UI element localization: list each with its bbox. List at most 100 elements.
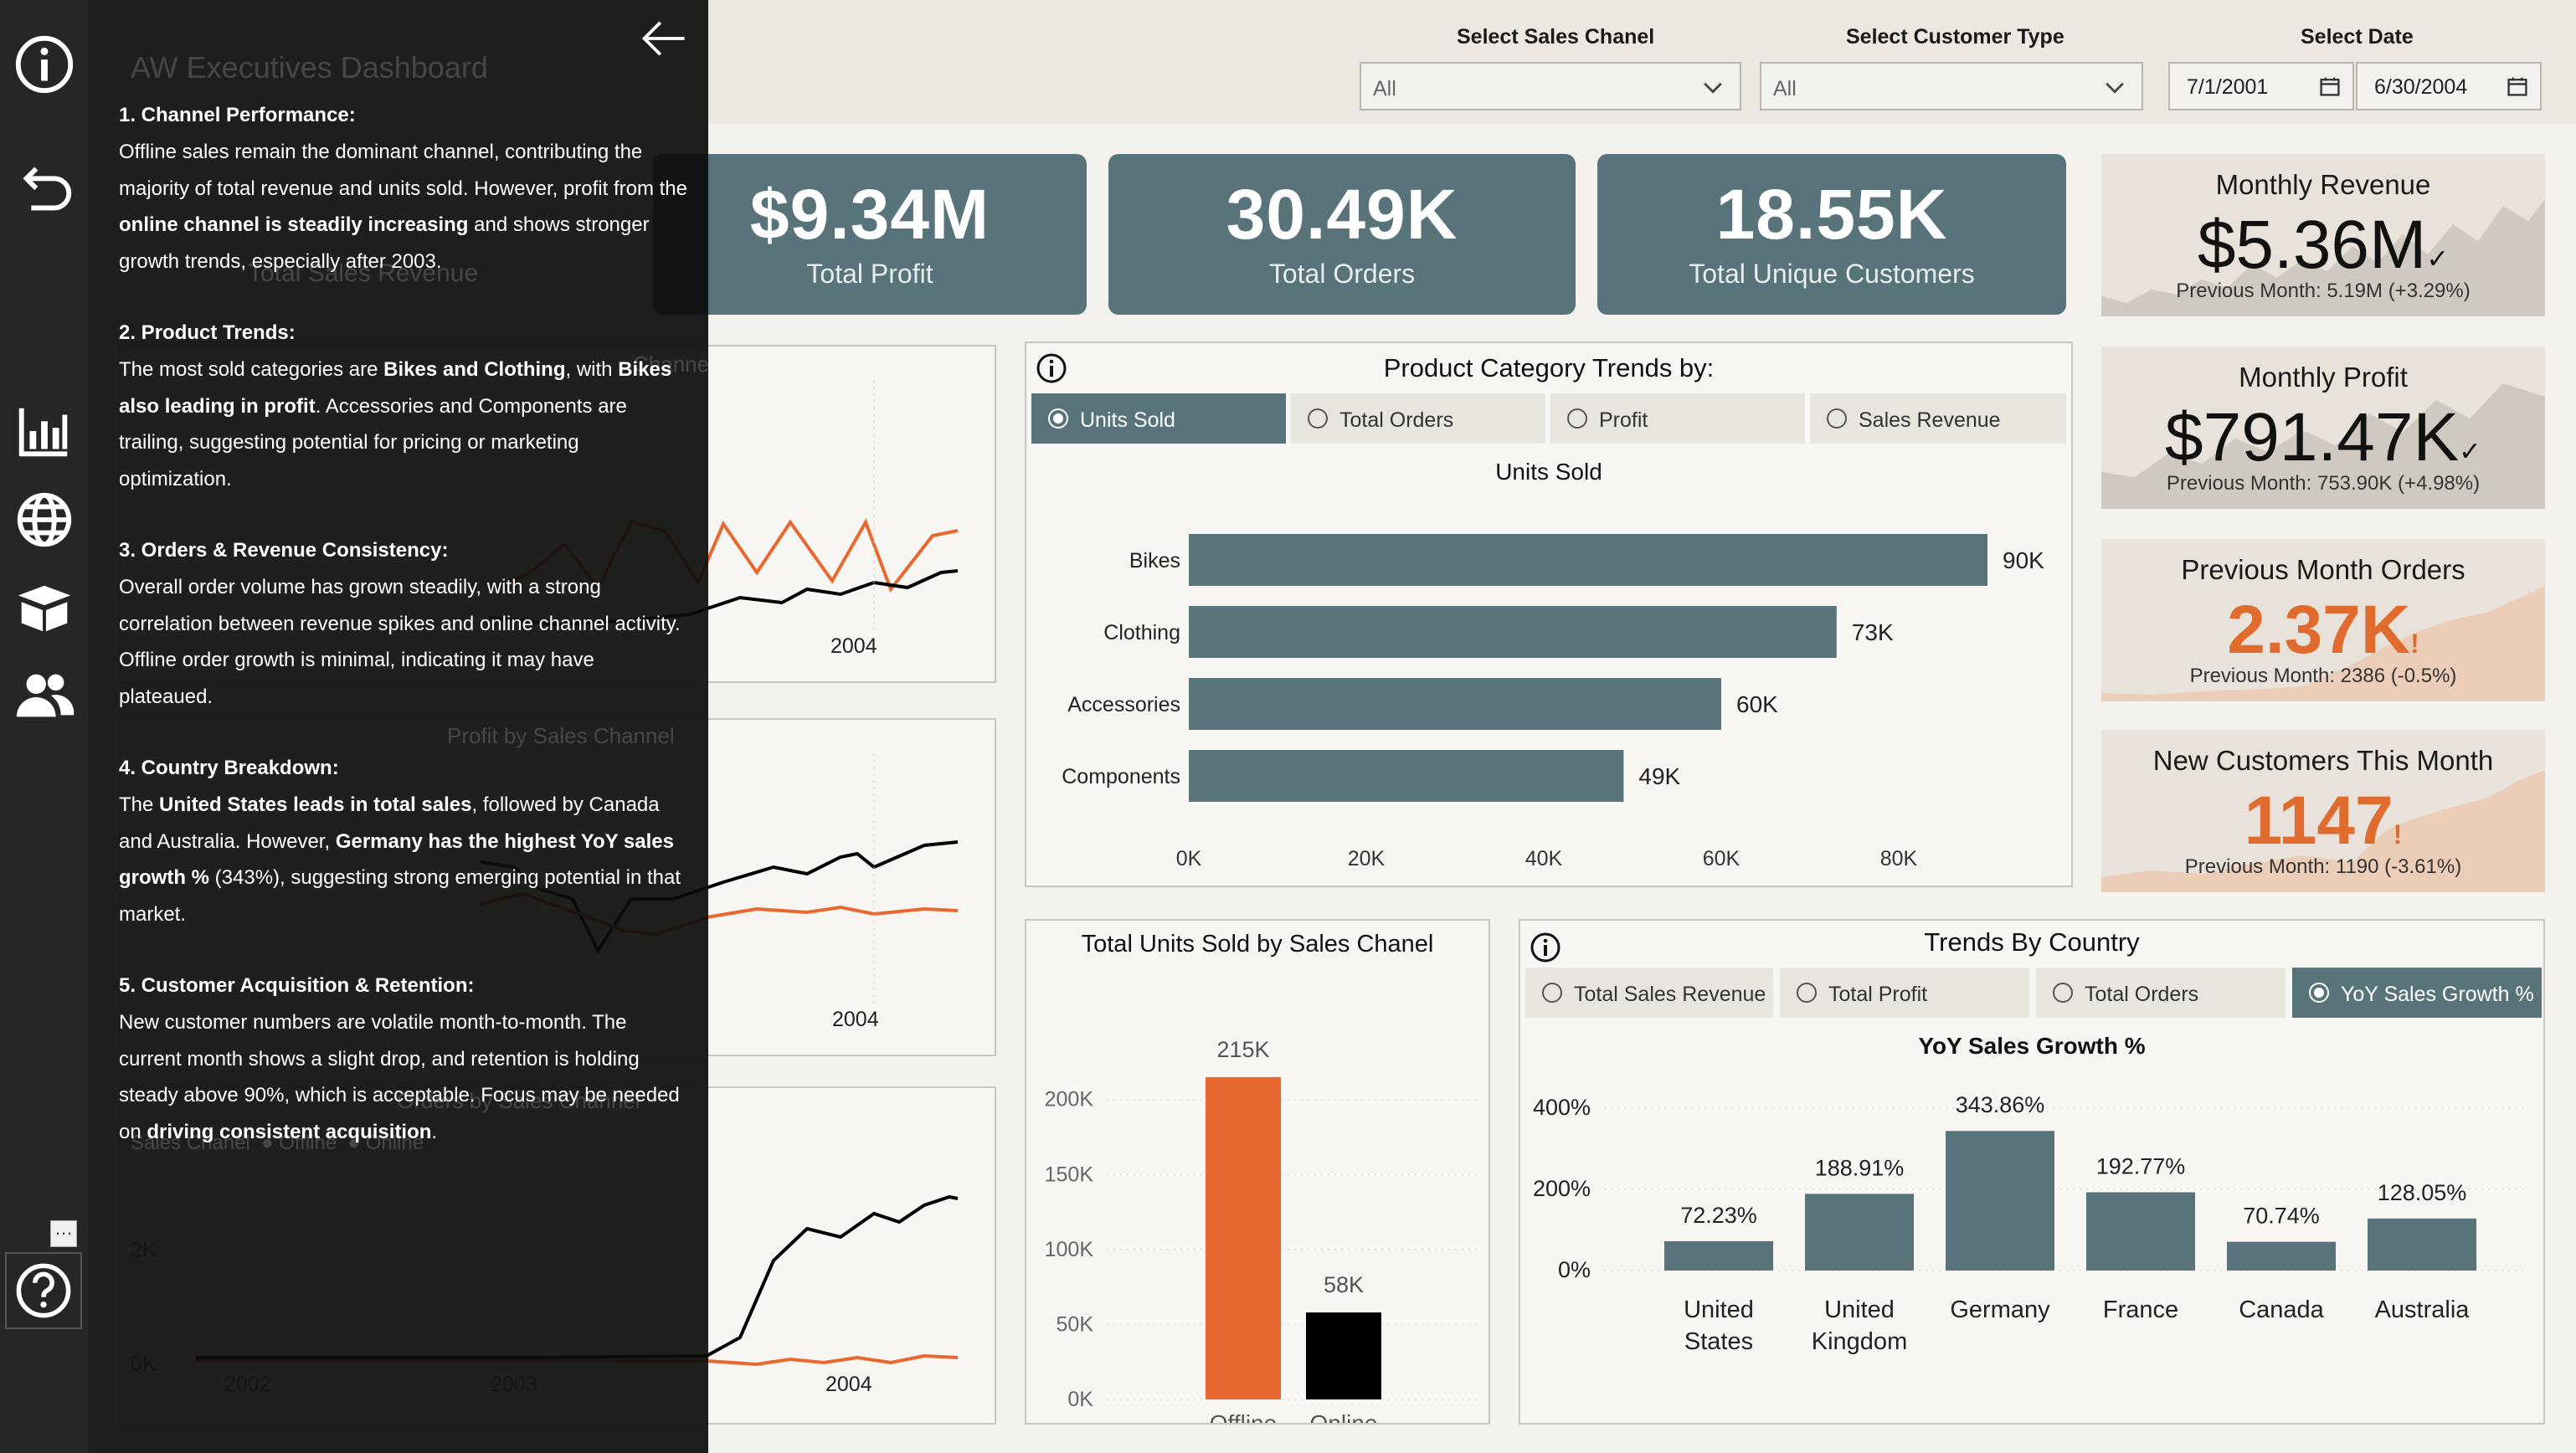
ghost-dashboard-title: AW Executives Dashboard: [131, 50, 488, 85]
card-title: Previous Month Orders: [2181, 554, 2465, 585]
category-label: Bikes: [1129, 549, 1180, 572]
category-label: Canada: [2239, 1296, 2324, 1323]
help-button[interactable]: [5, 1252, 82, 1329]
section-3-text: Overall order volume has grown steadily,…: [119, 576, 681, 708]
kpi-value: 30.49K: [1226, 175, 1458, 254]
category-label: France: [2103, 1296, 2178, 1323]
data-label: 60K: [1736, 691, 1778, 717]
data-label: 215K: [1216, 1037, 1269, 1062]
trends-by-country-panel: Trends By Country Total Sales Revenue To…: [1519, 919, 2545, 1425]
x-tick-label: 60K: [1703, 847, 1740, 870]
category-label: United Kingdom: [1812, 1296, 1907, 1355]
back-arrow-icon[interactable]: [636, 12, 690, 65]
data-label: 90K: [2003, 547, 2044, 573]
globe-icon[interactable]: [7, 482, 82, 557]
kpi-total-profit: $9.34M Total Profit: [653, 154, 1087, 315]
chart-title: YoY Sales Growth %: [1918, 1033, 2146, 1059]
warning-icon: !: [2393, 819, 2403, 850]
card-title: Monthly Profit: [2239, 362, 2408, 393]
start-date-input[interactable]: 7/1/2001: [2168, 62, 2354, 110]
card-subtitle: Previous Month: 1190 (-3.61%): [2184, 855, 2462, 878]
option-total-orders[interactable]: Total Orders: [1291, 393, 1545, 444]
x-tick-label: 2004: [825, 1373, 872, 1396]
info-icon[interactable]: [7, 27, 82, 102]
kpi-label: Total Unique Customers: [1689, 259, 1975, 289]
calendar-icon: [2320, 77, 2340, 96]
yoy-growth-bar-chart: 0% 200% 400% 72.23% United States 188.91% Unite…: [1533, 1092, 2525, 1355]
bar: [2227, 1241, 2336, 1271]
option-units-sold[interactable]: Units Sold: [1031, 393, 1286, 444]
panel-title: Trends By Country: [1924, 927, 2140, 957]
card-subtitle: Previous Month: 2386 (-0.5%): [2189, 665, 2457, 687]
date-label: Select Date: [2301, 25, 2414, 49]
radio-icon: [2053, 983, 2073, 1003]
section-2-text: The most sold categories are Bikes and C…: [119, 358, 672, 490]
customer-type-label: Select Customer Type: [1846, 25, 2064, 49]
bar-chart-icon[interactable]: [7, 393, 82, 469]
more-options-button[interactable]: …: [50, 1219, 77, 1247]
section-5-title: 5. Customer Acquisition & Retention:: [119, 974, 475, 997]
radio-icon: [1827, 408, 1847, 429]
radio-icon: [1308, 408, 1328, 429]
data-label: 188.91%: [1815, 1155, 1905, 1180]
option-profit[interactable]: Profit: [1550, 393, 1805, 444]
end-date-input[interactable]: 6/30/2004: [2356, 62, 2542, 110]
section-1-title: 1. Channel Performance:: [119, 104, 356, 126]
option-sales-revenue[interactable]: Sales Revenue: [1810, 393, 2066, 444]
option-total-sales-revenue[interactable]: Total Sales Revenue: [1525, 968, 1773, 1018]
category-label: Australia: [2375, 1296, 2471, 1323]
card-monthly-profit: Monthly Profit $791.47K✓ Previous Month:…: [2101, 347, 2545, 509]
sales-channel-label: Select Sales Chanel: [1457, 25, 1655, 49]
data-label: 192.77%: [2096, 1154, 2186, 1179]
bar: [1189, 534, 1987, 586]
y-tick-label: 100K: [1045, 1238, 1094, 1261]
category-label: Germany: [1950, 1296, 2050, 1323]
option-total-profit[interactable]: Total Profit: [1780, 968, 2029, 1018]
option-yoy-sales-growth[interactable]: YoY Sales Growth %: [2292, 968, 2542, 1018]
bar: [1805, 1194, 1914, 1271]
card-value: $5.36M✓: [2197, 207, 2450, 283]
section-3-title: 3. Orders & Revenue Consistency:: [119, 539, 449, 562]
data-label: 58K: [1324, 1272, 1364, 1297]
radio-icon: [2309, 983, 2329, 1003]
category-label: Accessories: [1067, 693, 1180, 716]
start-date-value: 7/1/2001: [2187, 75, 2269, 99]
bar: [1206, 1076, 1281, 1399]
product-category-panel: Product Category Trends by: Units Sold T…: [1025, 341, 2073, 887]
sales-channel-dropdown[interactable]: All: [1360, 62, 1741, 110]
units-sold-bar-chart: 0K 20K 40K 60K 80K Bikes 90K Clothing 73K Accesso…: [1062, 534, 2044, 870]
category-label: Components: [1062, 765, 1180, 788]
kpi-label: Total Orders: [1268, 259, 1416, 289]
x-tick-label: 2004: [830, 634, 877, 658]
data-label: 73K: [1852, 619, 1894, 645]
kpi-total-orders: 30.49K Total Orders: [1108, 154, 1576, 315]
option-total-orders[interactable]: Total Orders: [2036, 968, 2285, 1018]
panel-title: Product Category Trends by:: [1383, 353, 1715, 383]
kpi-label: Total Profit: [806, 259, 933, 289]
kpi-total-unique-customers: 18.55K Total Unique Customers: [1597, 154, 2066, 315]
customer-type-value: All: [1773, 77, 1797, 100]
section-4-text: The United States leads in total sales, …: [119, 793, 681, 926]
x-tick-label: 40K: [1525, 847, 1563, 870]
card-subtitle: Previous Month: 5.19M (+3.29%): [2176, 280, 2471, 302]
bar: [1664, 1240, 1773, 1271]
card-value: 1147!: [2244, 783, 2403, 859]
kpi-value: $9.34M: [749, 175, 990, 254]
bar: [2086, 1192, 2195, 1271]
section-4-title: 4. Country Breakdown:: [119, 757, 339, 779]
ghost-chart-title: Profit by Sales Channel: [447, 723, 675, 748]
category-label: Clothing: [1103, 621, 1180, 644]
section-2-title: 2. Product Trends:: [119, 321, 296, 344]
units-by-channel-bar-chart: 0K 50K 100K 150K 200K 215K Offline 58K Online: [1045, 1037, 1478, 1423]
customer-type-dropdown[interactable]: All: [1760, 62, 2143, 110]
warning-icon: !: [2410, 629, 2419, 659]
chevron-down-icon: [1704, 82, 1722, 94]
data-label: 72.23%: [1680, 1203, 1757, 1228]
end-date-value: 6/30/2004: [2374, 75, 2468, 99]
kpi-value: 18.55K: [1715, 175, 1948, 254]
box-icon[interactable]: [7, 571, 82, 646]
section-1-text: Offline sales remain the dominant channe…: [119, 141, 687, 273]
users-icon[interactable]: [7, 658, 82, 733]
help-icon: [16, 1263, 71, 1318]
undo-icon[interactable]: [7, 151, 82, 226]
